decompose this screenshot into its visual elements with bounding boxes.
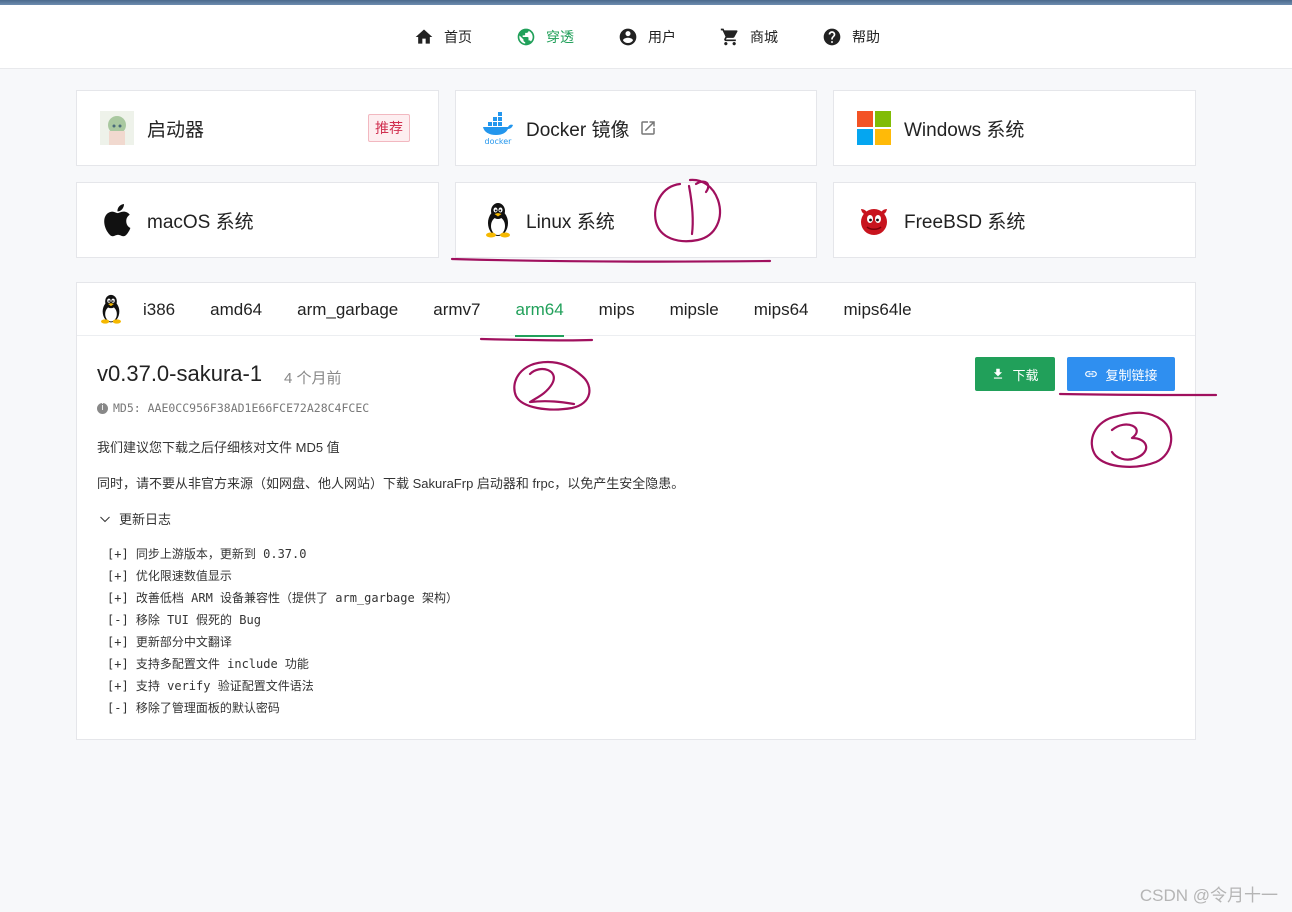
nav-item-label: 用户 [648, 29, 676, 45]
card-docker[interactable]: docker Docker 镜像 [455, 90, 817, 166]
freebsd-icon [856, 202, 892, 238]
release-version: v0.37.0-sakura-1 [97, 361, 263, 386]
copy-link-button[interactable]: 复制链接 [1067, 357, 1175, 391]
md5-value: MD5: AAE0CC956F38AD1E66FCE72A28C4FCEC [113, 401, 370, 415]
launcher-avatar-icon [99, 110, 135, 146]
nav-item-label: 帮助 [852, 29, 880, 45]
changelog-item: [-] 移除 TUI 假死的 Bug [107, 613, 261, 627]
tab-mipsle[interactable]: mipsle [670, 283, 719, 336]
tab-arm-garbage[interactable]: arm_garbage [297, 283, 398, 336]
tux-icon [101, 294, 121, 324]
link-icon [1085, 371, 1098, 377]
nav-item-label: 首页 [444, 29, 472, 45]
nav-item-home[interactable]: 首页 [414, 27, 472, 47]
md5-row: i MD5: AAE0CC956F38AD1E66FCE72A28C4FCEC [97, 401, 369, 415]
cart-icon [720, 28, 738, 46]
nav-item-shop[interactable]: 商城 [720, 27, 778, 47]
docker-icon: docker [480, 110, 516, 146]
tab-arm64[interactable]: arm64 [515, 283, 564, 337]
card-launcher[interactable]: 启动器 推荐 [76, 90, 439, 166]
nav-item-label: 商城 [750, 29, 778, 45]
card-macos[interactable]: macOS 系统 [76, 182, 439, 258]
tab-mips64[interactable]: mips64 [754, 283, 809, 336]
recommend-badge: 推荐 [368, 114, 410, 142]
tab-mips[interactable]: mips [599, 283, 635, 336]
top-nav: 首页 穿透 用户 商城 帮助 [0, 5, 1292, 69]
nav-item-label: 穿透 [546, 29, 574, 45]
tab-amd64[interactable]: amd64 [210, 283, 262, 336]
download-icon [994, 368, 1003, 379]
svg-text:docker: docker [485, 137, 513, 146]
card-linux[interactable]: Linux 系统 [455, 182, 817, 258]
tab-armv7[interactable]: armv7 [433, 283, 480, 336]
nav-item-user[interactable]: 用户 [618, 27, 676, 47]
chevron-down-icon [100, 516, 110, 522]
arch-tabs: i386 amd64 arm_garbage armv7 arm64 mips … [77, 283, 1195, 337]
card-label: Docker 镜像 [526, 119, 630, 141]
changelog-item: [+] 改善低档 ARM 设备兼容性（提供了 arm_garbage 架构） [107, 591, 458, 605]
changelog-list: [+] 同步上游版本，更新到 0.37.0 [+] 优化限速数值显示 [+] 改… [107, 543, 458, 719]
card-label: Linux 系统 [526, 211, 615, 233]
help-icon [823, 28, 841, 46]
download-button-label: 下载 [1012, 367, 1039, 383]
card-label: 启动器 [147, 119, 205, 141]
tab-i386[interactable]: i386 [143, 283, 175, 336]
card-label: Windows 系统 [904, 119, 1025, 141]
changelog-item: [+] 同步上游版本，更新到 0.37.0 [107, 547, 307, 561]
tab-mips64le[interactable]: mips64le [844, 283, 912, 336]
home-icon [415, 29, 433, 44]
changelog-item: [-] 移除了管理面板的默认密码 [107, 701, 280, 715]
tux-icon [480, 202, 516, 238]
globe-icon [517, 28, 535, 46]
download-button[interactable]: 下载 [975, 357, 1055, 391]
info-icon: i [97, 402, 108, 414]
nav-item-help[interactable]: 帮助 [822, 27, 880, 47]
apple-icon [99, 202, 135, 238]
copy-link-button-label: 复制链接 [1105, 367, 1158, 383]
md5-advice-text: 我们建议您下载之后仔细核对文件 MD5 值 [97, 440, 340, 455]
card-freebsd[interactable]: FreeBSD 系统 [833, 182, 1196, 258]
security-warning-text: 同时，请不要从非官方来源（如网盘、他人网站）下载 SakuraFrp 启动器和 … [97, 476, 685, 491]
card-windows[interactable]: Windows 系统 [833, 90, 1196, 166]
changelog-item: [+] 支持多配置文件 include 功能 [107, 657, 309, 671]
release-panel: i386 amd64 arm_garbage armv7 arm64 mips … [76, 282, 1196, 740]
card-label: FreeBSD 系统 [904, 211, 1026, 233]
windows-icon [856, 110, 892, 146]
nav-item-tunnel[interactable]: 穿透 [516, 27, 574, 47]
user-circle-icon [619, 28, 637, 46]
card-label: macOS 系统 [147, 211, 254, 233]
changelog-toggle-label: 更新日志 [119, 512, 172, 527]
release-age: 4 个月前 [284, 370, 342, 387]
changelog-item: [+] 优化限速数值显示 [107, 569, 232, 583]
changelog-item: [+] 支持 verify 验证配置文件语法 [107, 679, 314, 693]
annotation-underline-linux [450, 257, 772, 263]
changelog-toggle[interactable]: 更新日志 [99, 509, 171, 528]
watermark: CSDN @令月十一 [1139, 886, 1278, 905]
external-link-icon [641, 121, 656, 135]
changelog-item: [+] 更新部分中文翻译 [107, 635, 232, 649]
